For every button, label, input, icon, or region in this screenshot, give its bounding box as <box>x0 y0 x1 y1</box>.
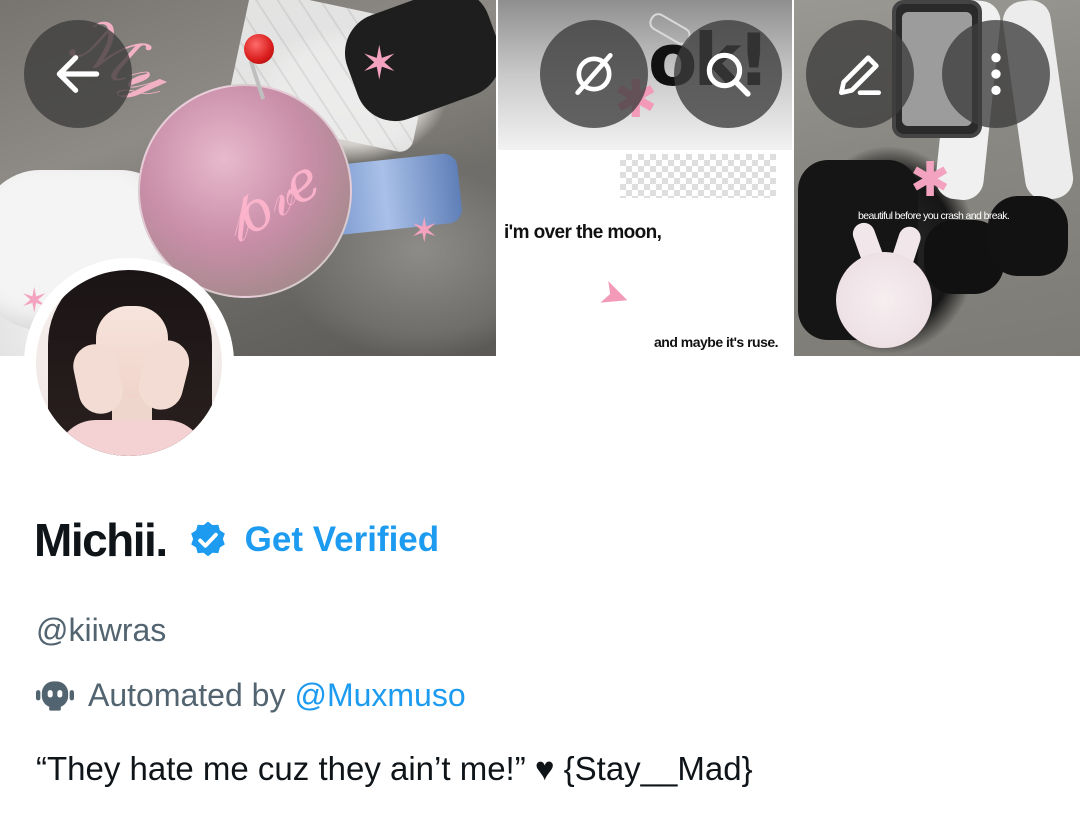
display-name: Michii. <box>34 514 168 566</box>
search-button[interactable] <box>674 20 782 128</box>
get-verified-link[interactable]: Get Verified <box>245 520 440 560</box>
grok-icon <box>575 53 613 95</box>
arrow-decoration-icon: ➤ <box>594 270 637 319</box>
search-icon <box>706 52 751 97</box>
profile-bio: “They hate me cuz they ain’t me!” ♥ {Sta… <box>36 750 753 787</box>
mary-jane-shoe-image <box>988 196 1068 276</box>
edit-button[interactable] <box>806 20 914 128</box>
star-decoration-icon: ✱ <box>910 154 951 207</box>
verified-badge-icon[interactable] <box>187 519 229 561</box>
automated-label-row: Automated by @Muxmuso <box>36 677 466 714</box>
bot-icon <box>36 680 74 711</box>
collage-caption-1: i'm over the moon, <box>504 222 662 243</box>
arrow-left-icon <box>56 55 100 93</box>
star-decoration-icon: ✶ <box>410 212 439 250</box>
automated-by-account-link[interactable]: @Muxmuso <box>294 677 465 714</box>
avatar[interactable] <box>36 270 222 456</box>
pencil-icon <box>839 55 881 95</box>
star-decoration-icon: ✶ <box>360 37 399 89</box>
back-button[interactable] <box>24 20 132 128</box>
profile-handle: @kiiwras <box>36 612 167 648</box>
more-vertical-icon <box>991 53 1001 95</box>
more-options-button[interactable] <box>942 20 1050 128</box>
collage-caption-3: beautiful before you crash and break. <box>858 210 1010 222</box>
profile-name-row: Michii. Get Verified <box>34 510 439 570</box>
collage-caption-2: and maybe it's ruse. <box>654 334 779 350</box>
plush-bunny-image <box>836 252 932 348</box>
checkerboard-block <box>620 154 776 198</box>
pushpin-icon <box>244 34 274 64</box>
avatar-shirt <box>56 420 206 456</box>
automated-by-label: Automated by <box>88 677 286 713</box>
grok-button[interactable] <box>540 20 648 128</box>
